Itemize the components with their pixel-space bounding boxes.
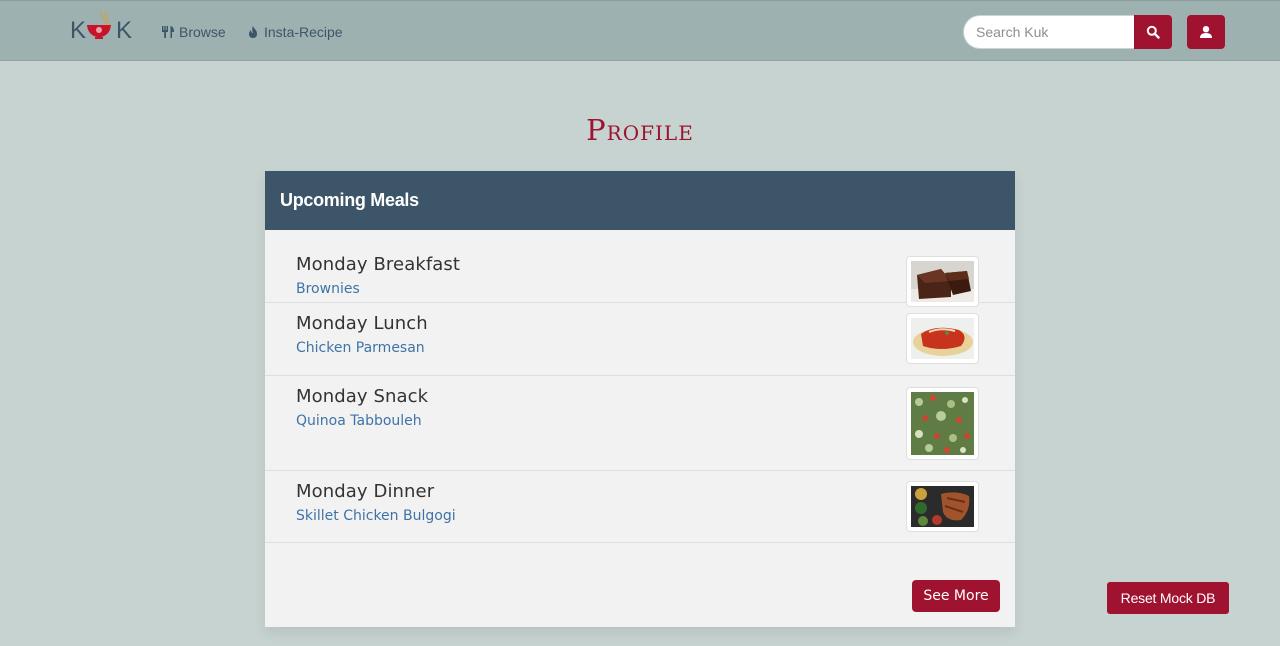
tabbouleh-image [911,392,974,455]
meal-item: Monday Breakfast Brownies [265,230,1015,307]
meal-list: Monday Breakfast Brownies Monday Lunch C… [265,230,1015,543]
upcoming-meals-panel: Upcoming Meals Monday Breakfast Brownies… [265,171,1015,627]
meal-name: Monday Dinner [296,481,435,502]
user-account-button[interactable] [1187,15,1225,49]
nav-insta-recipe[interactable]: Insta-Recipe [246,22,343,42]
nav-insta-recipe-label: Insta-Recipe [264,24,343,40]
fire-icon [249,26,257,38]
meal-item: Monday Lunch Chicken Parmesan [265,303,1015,376]
see-more-button[interactable]: See More [912,580,1000,612]
meal-thumbnail[interactable] [906,313,979,364]
utensils-icon [162,26,174,38]
navbar: K K Browse Insta-Recipe [0,0,1280,61]
meal-item: Monday Snack Quinoa Tabbouleh [265,376,1015,471]
meal-thumbnail[interactable] [906,387,979,460]
panel-header: Upcoming Meals [265,171,1015,230]
meal-thumbnail[interactable] [906,481,979,532]
search-input[interactable] [963,15,1134,49]
nav-browse[interactable]: Browse [161,22,226,42]
search-form [963,15,1172,49]
meal-thumbnail[interactable] [906,256,979,307]
nav-browse-label: Browse [179,24,226,40]
meal-item: Monday Dinner Skillet Chicken Bulgogi [265,471,1015,543]
svg-text:K: K [116,17,132,43]
search-icon [1146,25,1160,39]
page-title: Profile [586,113,694,147]
meal-recipe-link[interactable]: Chicken Parmesan [296,340,425,356]
meal-name: Monday Lunch [296,313,428,334]
meal-name: Monday Breakfast [296,254,461,275]
meal-recipe-link[interactable]: Skillet Chicken Bulgogi [296,508,456,524]
meal-recipe-link[interactable]: Brownies [296,281,360,297]
brownie-image [911,261,974,302]
reset-mock-db-button[interactable]: Reset Mock DB [1107,582,1229,614]
bulgogi-image [911,486,974,527]
chicken-parmesan-image [911,318,974,359]
brand-logo[interactable]: K K [70,10,134,44]
search-button[interactable] [1134,15,1172,49]
bowl-logo-icon: K K [70,10,132,44]
user-icon [1200,26,1212,38]
meal-recipe-link[interactable]: Quinoa Tabbouleh [296,413,422,429]
meal-name: Monday Snack [296,386,429,407]
svg-text:K: K [70,17,86,43]
